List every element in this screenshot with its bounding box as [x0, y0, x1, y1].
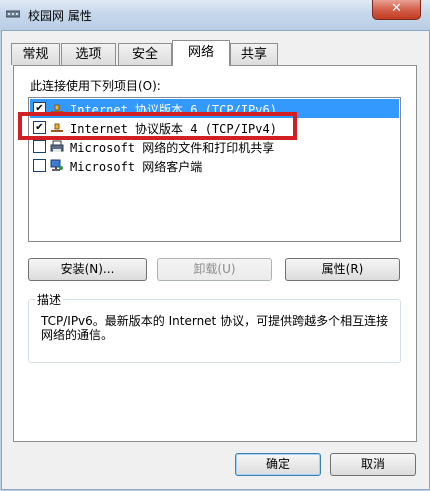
tab-label: 常规 — [22, 47, 49, 62]
ok-button[interactable]: 确定 — [235, 453, 321, 476]
list-item-file-printer-sharing[interactable]: Microsoft 网络的文件和打印机共享 — [30, 137, 399, 156]
connection-items-label: 此连接使用下列项目(O): — [30, 79, 161, 93]
tab-options[interactable]: 选项 — [61, 43, 116, 65]
tab-label: 网络 — [187, 45, 214, 60]
title-bar[interactable]: 校园网 属性 ✕ — [0, 0, 430, 30]
ipv4-checkbox[interactable]: ✔ — [33, 121, 46, 134]
tab-label: 选项 — [75, 47, 102, 62]
network-protocol-icon — [51, 104, 63, 113]
list-item-ipv4[interactable]: ✔ Internet 协议版本 4 (TCP/IPv4) — [30, 118, 399, 137]
close-button[interactable]: ✕ — [372, 0, 421, 20]
install-button[interactable]: 安装(N)... — [28, 258, 147, 281]
tab-security[interactable]: 安全 — [118, 43, 172, 65]
tab-networking[interactable]: 网络 — [172, 40, 230, 66]
list-item-label: Internet 协议版本 4 (TCP/IPv4) — [70, 122, 277, 136]
description-title: 描述 — [35, 291, 64, 308]
description-text: TCP/IPv6。最新版本的 Internet 协议，可提供跨越多个相互连接网络… — [41, 314, 389, 342]
list-item-network-client[interactable]: Microsoft 网络客户端 — [30, 156, 399, 175]
printer-share-icon — [50, 140, 64, 152]
list-item-label: Microsoft 网络的文件和打印机共享 — [70, 141, 275, 155]
cancel-button[interactable]: 取消 — [330, 453, 416, 476]
network-client-icon — [50, 159, 63, 171]
tab-general[interactable]: 常规 — [11, 43, 60, 65]
list-item-ipv6[interactable]: ✔ Internet 协议版本 6 (TCP/IPv6) — [30, 99, 399, 118]
list-item-label: Microsoft 网络客户端 — [70, 160, 203, 174]
network-protocol-icon — [51, 123, 63, 132]
list-item-label: Internet 协议版本 6 (TCP/IPv6) — [70, 103, 277, 117]
dialog-body: 常规 选项 安全 网络 共享 此连接使用下列项目(O): ✔ Internet … — [1, 30, 430, 490]
networking-panel: 此连接使用下列项目(O): ✔ Internet 协议版本 6 (TCP/IPv… — [13, 65, 417, 442]
connection-items-list[interactable]: ✔ Internet 协议版本 6 (TCP/IPv6) ✔ Internet … — [28, 97, 401, 242]
network-connection-icon — [6, 10, 20, 18]
close-icon: ✕ — [391, 1, 402, 16]
tab-label: 共享 — [240, 47, 267, 62]
network-client-checkbox[interactable] — [33, 159, 46, 172]
ipv6-checkbox[interactable]: ✔ — [33, 102, 46, 115]
tab-sharing[interactable]: 共享 — [230, 43, 278, 65]
uninstall-button[interactable]: 卸载(U) — [157, 258, 272, 281]
properties-button[interactable]: 属性(R) — [285, 258, 400, 281]
file-printer-sharing-checkbox[interactable] — [33, 140, 46, 153]
window-title: 校园网 属性 — [28, 9, 92, 23]
tab-label: 安全 — [131, 47, 158, 62]
